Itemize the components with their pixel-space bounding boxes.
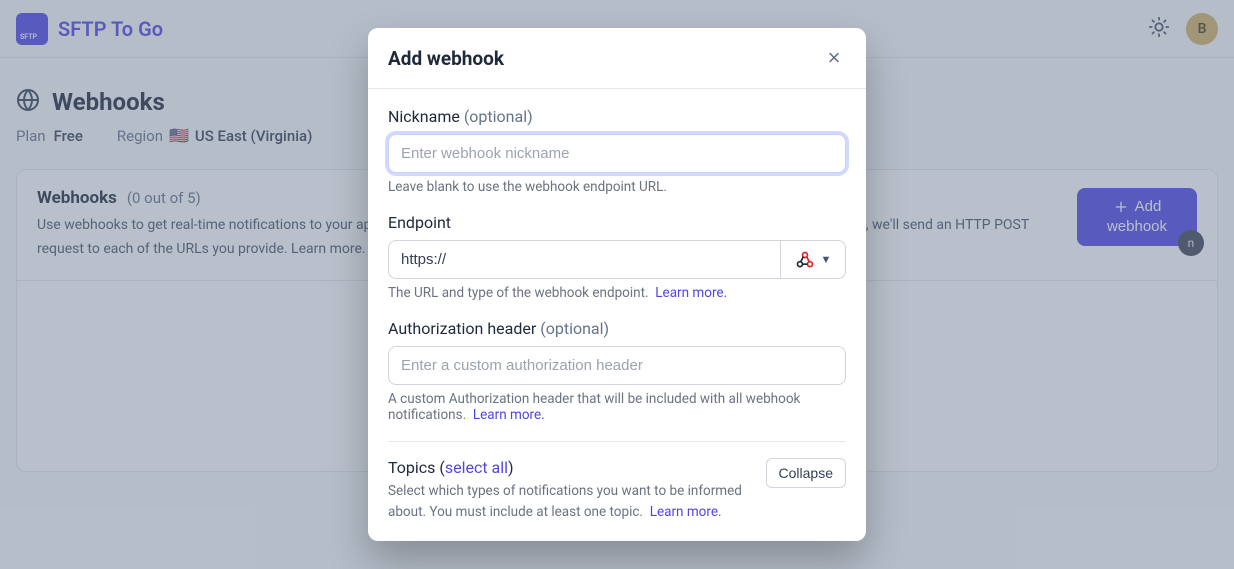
modal-overlay[interactable]: Add webhook × Nickname (optional) Leave …	[0, 0, 1234, 569]
endpoint-input[interactable]	[388, 240, 780, 279]
modal-header: Add webhook ×	[368, 28, 866, 89]
modal-close-button[interactable]: ×	[822, 46, 846, 70]
topics-header: Topics (select all) Select which types o…	[388, 458, 846, 523]
auth-learn-more-link[interactable]: Learn more.	[473, 407, 545, 423]
nickname-optional: (optional)	[464, 107, 533, 126]
endpoint-type-dropdown[interactable]: ▼	[780, 240, 846, 279]
auth-helper: A custom Authorization header that will …	[388, 391, 846, 423]
add-webhook-modal: Add webhook × Nickname (optional) Leave …	[368, 28, 866, 541]
auth-field: Authorization header (optional) A custom…	[388, 319, 846, 423]
nickname-helper: Leave blank to use the webhook endpoint …	[388, 179, 846, 195]
endpoint-label: Endpoint	[388, 213, 846, 232]
close-icon: ×	[828, 45, 841, 70]
nickname-field: Nickname (optional) Leave blank to use t…	[388, 107, 846, 195]
webhook-icon	[795, 250, 815, 270]
auth-input[interactable]	[388, 346, 846, 385]
topics-label: Topics (select all)	[388, 458, 756, 477]
topics-help: Select which types of notifications you …	[388, 481, 756, 523]
endpoint-learn-more-link[interactable]: Learn more.	[655, 285, 727, 301]
auth-label: Authorization header (optional)	[388, 319, 846, 338]
endpoint-field: Endpoint ▼	[388, 213, 846, 301]
modal-title: Add webhook	[388, 47, 504, 70]
topics-collapse-button[interactable]: Collapse	[766, 458, 846, 488]
modal-body: Nickname (optional) Leave blank to use t…	[368, 89, 866, 541]
endpoint-helper: The URL and type of the webhook endpoint…	[388, 285, 846, 301]
caret-down-icon: ▼	[821, 253, 832, 266]
topics-select-all-link[interactable]: select all	[445, 458, 508, 477]
auth-optional: (optional)	[540, 319, 609, 338]
section-separator	[388, 441, 846, 442]
topics-learn-more-link[interactable]: Learn more.	[650, 504, 722, 520]
nickname-input[interactable]	[388, 134, 846, 173]
nickname-label: Nickname (optional)	[388, 107, 846, 126]
